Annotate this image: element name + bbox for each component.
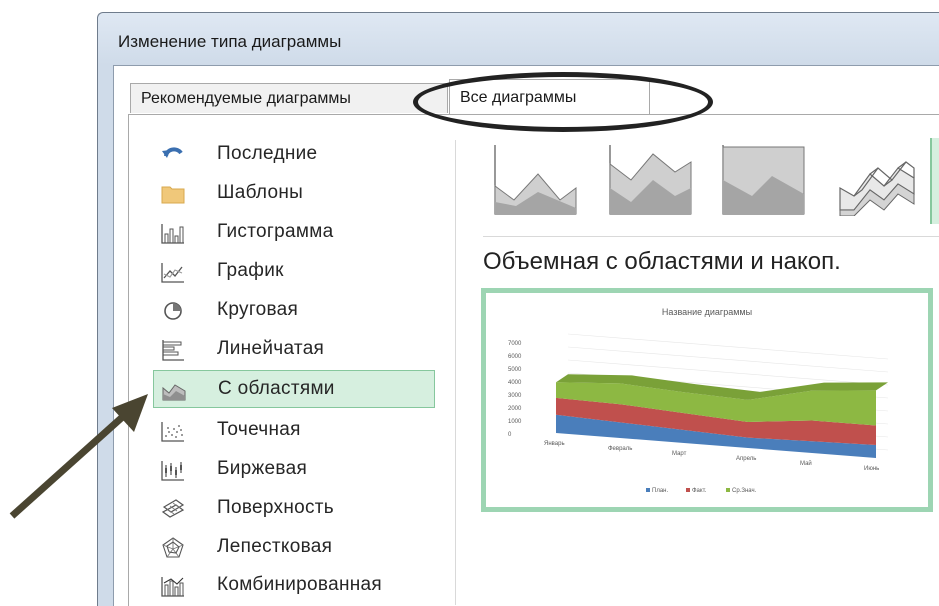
tab-recommended-label: Рекомендуемые диаграммы [141, 90, 351, 107]
tab-all-label: Все диаграммы [460, 89, 577, 106]
dialog-titlebar: Изменение типа диаграммы [98, 13, 939, 65]
x-tick-label: Февраль [608, 446, 632, 452]
x-tick-label: Апрель [736, 456, 756, 462]
nav-item-stock[interactable]: Биржевая [153, 451, 435, 489]
pointer-arrow [9, 394, 148, 519]
nav-item-radar[interactable]: Лепестковая [153, 529, 435, 567]
legend-swatch [646, 488, 650, 492]
nav-label: С областями [218, 378, 335, 399]
preview-heading: Объемная с областями и накоп. [483, 248, 841, 275]
gridline [567, 346, 889, 373]
nav-item-pie[interactable]: Круговая [153, 292, 435, 330]
nav-label: Круговая [217, 299, 299, 320]
folder-icon [161, 186, 185, 204]
stock-chart-icon [161, 461, 184, 481]
nav-item-surface[interactable]: Поверхность [153, 490, 435, 528]
chart-title: Название диаграммы [662, 307, 752, 317]
tab-all-charts[interactable]: Все диаграммы [449, 79, 650, 117]
nav-label: Шаблоны [217, 182, 304, 203]
column-chart-icon [161, 224, 184, 244]
nav-label: Последние [217, 143, 318, 164]
subtype-100-stacked-area[interactable] [722, 144, 806, 216]
legend-label: План. [652, 488, 668, 494]
x-tick-label: Март [672, 451, 687, 457]
legend-label: Факт. [692, 488, 707, 494]
area-chart-icon [162, 384, 186, 401]
nav-item-templates[interactable]: Шаблоны [153, 175, 435, 213]
pie-chart-icon [164, 302, 182, 320]
y-tick-label: 5000 [508, 367, 522, 373]
nav-label: Поверхность [217, 497, 334, 518]
nav-item-scatter[interactable]: Точечная [153, 412, 435, 450]
nav-label: Комбинированная [217, 574, 383, 595]
nav-item-column[interactable]: Гистограмма [153, 214, 435, 252]
scatter-chart-icon [161, 422, 184, 442]
y-tick-label: 2000 [508, 406, 522, 412]
line-chart-icon [161, 263, 184, 283]
subtype-3d-area[interactable] [836, 144, 920, 216]
tab-recommended-charts[interactable]: Рекомендуемые диаграммы [130, 83, 448, 113]
subtype-area[interactable] [494, 144, 578, 216]
x-tick-label: Май [800, 460, 812, 467]
nav-item-recent[interactable]: Последние [153, 136, 435, 174]
dialog-title: Изменение типа диаграммы [118, 32, 342, 51]
y-tick-label: 1000 [508, 419, 522, 425]
nav-item-combo[interactable]: Комбинированная [153, 567, 435, 605]
y-tick-label: 4000 [508, 380, 522, 386]
nav-label: График [217, 260, 284, 281]
subtype-stacked-area[interactable] [609, 144, 693, 216]
nav-item-area[interactable]: С областями [153, 370, 435, 408]
chart-preview[interactable]: Название диаграммы 7000 6000 5000 4000 3000 20… [481, 288, 933, 512]
nav-divider [455, 140, 456, 605]
combo-chart-icon [161, 577, 184, 597]
gridline [567, 333, 889, 360]
nav-label: Линейчатая [217, 338, 325, 359]
nav-item-bar[interactable]: Линейчатая [153, 331, 435, 369]
nav-label: Лепестковая [217, 536, 333, 557]
y-tick-label: 3000 [508, 393, 522, 399]
x-tick-label: Январь [544, 441, 565, 447]
surface-chart-icon [161, 499, 185, 518]
nav-label: Гистограмма [217, 221, 334, 242]
subtype-separator [483, 236, 939, 237]
undo-icon [162, 147, 183, 158]
bar-chart-icon [162, 340, 184, 361]
legend-swatch [726, 488, 730, 492]
legend-swatch [686, 488, 690, 492]
nav-label: Биржевая [217, 458, 308, 479]
nav-item-line[interactable]: График [153, 253, 435, 291]
nav-label: Точечная [217, 419, 301, 440]
radar-chart-icon [162, 537, 184, 558]
x-tick-label: Июнь [864, 466, 879, 472]
chart-svg: Название диаграммы 7000 6000 5000 4000 3000 20… [508, 307, 889, 494]
legend-label: Ср.Знач. [732, 488, 757, 494]
y-tick-label: 6000 [508, 354, 522, 360]
subtype-selected-edge[interactable] [930, 138, 939, 224]
y-tick-label: 0 [508, 432, 512, 438]
y-tick-label: 7000 [508, 341, 522, 347]
